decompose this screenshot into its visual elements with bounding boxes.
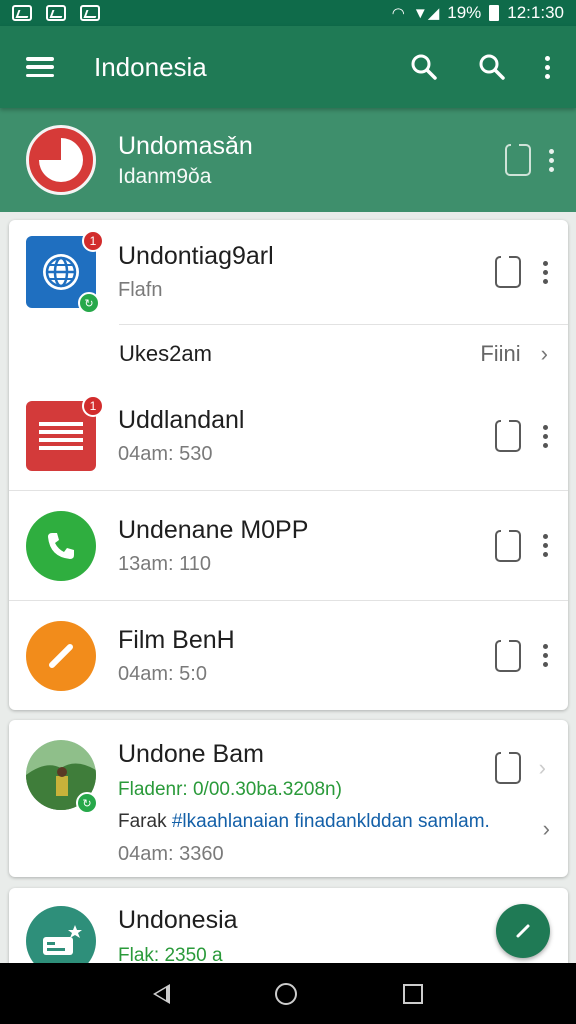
item-message: Farak #lkaahlanaian finadanklddan samlam…	[118, 811, 568, 833]
pencil-icon	[516, 924, 530, 938]
chevron-right-icon: ›	[540, 340, 548, 366]
recents-icon[interactable]	[403, 983, 424, 1004]
item-title: Undenane M0PP	[118, 515, 309, 544]
menu-icon[interactable]	[26, 57, 54, 77]
search-icon-secondary[interactable]	[477, 52, 507, 82]
search-icon[interactable]	[409, 52, 439, 82]
item-title: Film BenH	[118, 625, 235, 654]
banner-title: Undomasǎn	[118, 131, 253, 160]
device-icon[interactable]	[505, 144, 531, 176]
more-options-icon[interactable]	[549, 148, 554, 172]
pinned-conversation[interactable]: Undomasǎn Idanm9ǒa	[0, 108, 576, 212]
status-bar: ◠ ▼◢ 19% 12:1:30	[0, 0, 576, 26]
photo-notification-icon	[46, 5, 66, 21]
compose-button[interactable]	[496, 904, 550, 958]
pencil-icon	[26, 620, 96, 691]
device-icon[interactable]	[495, 256, 521, 288]
subitem-meta: Fiini	[480, 340, 521, 366]
gmail-notification-icon	[12, 5, 32, 21]
mail-notification-icon	[80, 5, 100, 21]
wifi-icon: ◠	[391, 4, 405, 22]
list-item[interactable]: Film BenH 04am: 5:0	[9, 600, 568, 710]
sync-icon: ↻	[78, 292, 100, 314]
item-subtitle: 04am: 3360	[118, 843, 224, 865]
banner-subtitle: Idanm9ǒa	[118, 164, 212, 188]
conversation-group: 1 ↻ Undontiag9arl Flafn Ukes2am Fiini › …	[9, 220, 568, 710]
list-item[interactable]: 1 ↻ Undontiag9arl Flafn	[9, 220, 568, 324]
item-subtitle: 04am: 530	[118, 443, 213, 465]
item-title: Uddlandanl	[118, 406, 245, 434]
list-item[interactable]: 1 Uddlandanl 04am: 530	[9, 382, 568, 490]
list-icon: 1	[26, 395, 104, 471]
item-subtitle: 04am: 5:0	[118, 662, 207, 685]
device-icon[interactable]	[495, 420, 521, 452]
signal-icon: ▼◢	[412, 4, 440, 22]
item-subtitle: Flafn	[118, 279, 163, 301]
clock-app-icon	[26, 125, 96, 195]
list-item[interactable]: Undenane M0PP 13am: 110	[9, 490, 568, 600]
list-subitem[interactable]: Ukes2am Fiini ›	[119, 324, 568, 382]
home-icon[interactable]	[275, 982, 298, 1005]
battery-percent: 19%	[447, 3, 482, 22]
battery-icon	[489, 5, 500, 21]
item-subtitle: 13am: 110	[118, 552, 212, 575]
item-title: Undontiag9arl	[118, 242, 274, 270]
app-bar: Indonesia	[0, 26, 576, 108]
chevron-right-icon: ›	[538, 755, 546, 780]
device-icon[interactable]	[495, 639, 521, 672]
back-icon[interactable]	[152, 983, 170, 1004]
globe-icon: 1 ↻	[26, 230, 104, 314]
more-options-icon[interactable]	[543, 534, 548, 557]
device-icon[interactable]	[494, 752, 521, 784]
list-item[interactable]: ↻ Undone Bam Fladenr: 0/00.30ba.3208n) F…	[9, 720, 568, 877]
system-nav-bar	[0, 963, 576, 1024]
unread-badge: 1	[82, 230, 104, 252]
phone-icon	[26, 510, 96, 581]
hashtag-link[interactable]: #lkaahlanaian finadanklddan samlam.	[172, 811, 490, 832]
overflow-menu-icon[interactable]	[545, 55, 550, 79]
message-prefix: Farak	[118, 811, 172, 832]
unread-badge: 1	[82, 395, 104, 417]
avatar: ↻	[26, 740, 98, 814]
subitem-label: Ukes2am	[119, 340, 212, 366]
sync-icon: ↻	[76, 792, 98, 814]
page-title: Indonesia	[94, 51, 207, 82]
more-options-icon[interactable]	[543, 644, 548, 667]
more-options-icon[interactable]	[543, 424, 548, 448]
device-icon[interactable]	[495, 529, 521, 562]
conversation-group: ↻ Undone Bam Fladenr: 0/00.30ba.3208n) F…	[9, 720, 568, 877]
clock: 12:1:30	[507, 3, 564, 22]
expand-chevron-icon[interactable]: ›	[543, 816, 550, 842]
more-options-icon[interactable]	[543, 260, 548, 284]
